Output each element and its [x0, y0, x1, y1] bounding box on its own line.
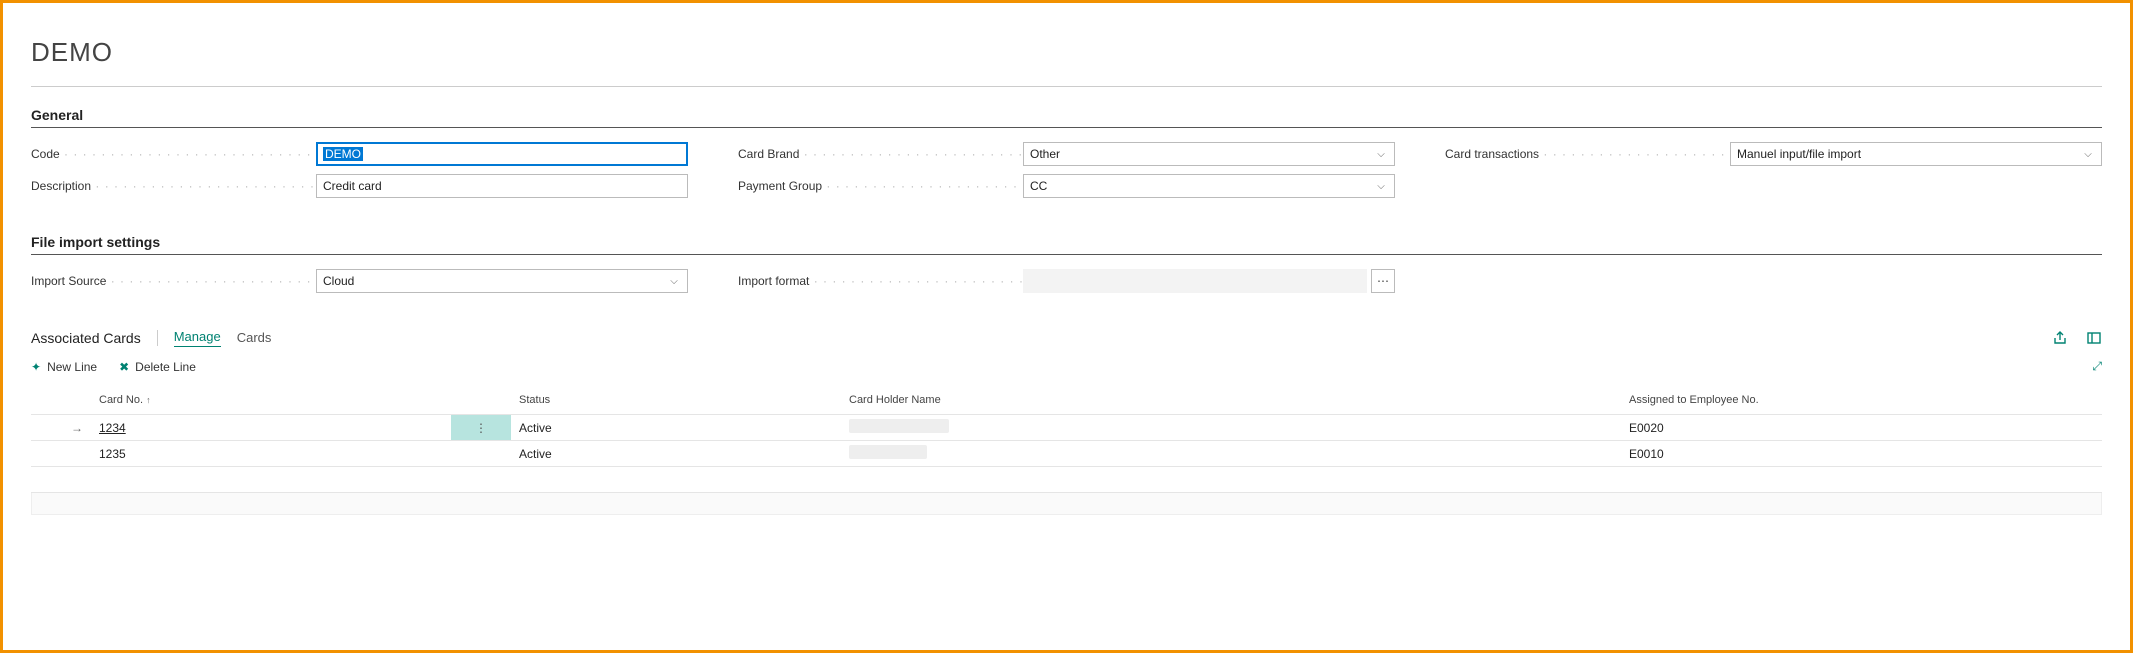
- input-code[interactable]: DEMO: [316, 142, 688, 166]
- cell-status[interactable]: Active: [511, 441, 841, 467]
- cell-card-no[interactable]: 1234: [99, 421, 126, 435]
- input-description-value: Credit card: [323, 179, 382, 193]
- label-import-format: Import format: [738, 274, 1023, 288]
- chevron-down-icon: ⌵: [1374, 149, 1388, 160]
- row-code: Code DEMO: [31, 142, 688, 166]
- more-vertical-icon: ⋮: [475, 421, 487, 435]
- sort-asc-icon: ↑: [146, 395, 151, 405]
- new-line-icon: ✦: [31, 360, 41, 374]
- row-payment-group: Payment Group CC ⌵: [738, 174, 1395, 198]
- redacted-text: [849, 419, 949, 433]
- section-general: General Code DEMO Description Credit car…: [31, 107, 2102, 206]
- label-card-brand: Card Brand: [738, 147, 1023, 161]
- delete-line-button[interactable]: ✖ Delete Line: [119, 360, 196, 374]
- table-row-empty[interactable]: [31, 467, 2102, 493]
- label-card-transactions: Card transactions: [1445, 147, 1730, 161]
- label-description: Description: [31, 179, 316, 193]
- associated-cards-bar-right: [2052, 330, 2102, 346]
- label-payment-group: Payment Group: [738, 179, 1023, 193]
- delete-line-icon: ✖: [119, 360, 129, 374]
- page-title: DEMO: [31, 37, 2102, 68]
- general-col-1: Code DEMO Description Credit card: [31, 142, 688, 206]
- chevron-down-icon: ⌵: [667, 276, 681, 287]
- file-import-col-2: Import format ⋯: [738, 269, 1395, 301]
- col-assigned-emp[interactable]: Assigned to Employee No.: [1621, 386, 2102, 415]
- row-description: Description Credit card: [31, 174, 688, 198]
- select-import-source-value: Cloud: [323, 274, 354, 288]
- row-import-format: Import format ⋯: [738, 269, 1395, 293]
- cards-table: Card No. ↑ Status Card Holder Name Assig…: [31, 386, 2102, 493]
- file-import-col-1: Import Source Cloud ⌵: [31, 269, 688, 301]
- section-header-file-import: File import settings: [31, 234, 2102, 255]
- label-import-source: Import Source: [31, 274, 316, 288]
- chevron-down-icon: ⌵: [2081, 149, 2095, 160]
- col-card-holder[interactable]: Card Holder Name: [841, 386, 1621, 415]
- select-card-brand[interactable]: Other ⌵: [1023, 142, 1395, 166]
- share-icon[interactable]: [2052, 330, 2068, 346]
- select-card-transactions-value: Manuel input/file import: [1737, 147, 1861, 161]
- input-code-value: DEMO: [323, 147, 363, 161]
- row-card-brand: Card Brand Other ⌵: [738, 142, 1395, 166]
- general-form-grid: Code DEMO Description Credit card Card B…: [31, 142, 2102, 206]
- select-card-transactions[interactable]: Manuel input/file import ⌵: [1730, 142, 2102, 166]
- select-payment-group-value: CC: [1030, 179, 1047, 193]
- file-import-form-grid: Import Source Cloud ⌵ Import format ⋯: [31, 269, 2102, 301]
- row-selected-icon: →: [71, 421, 83, 435]
- table-header-row: Card No. ↑ Status Card Holder Name Assig…: [31, 386, 2102, 415]
- settings-icon[interactable]: ⤢: [2092, 359, 2102, 373]
- table-row[interactable]: → 1234 ⋮ Active E0020: [31, 415, 2102, 441]
- section-file-import: File import settings Import Source Cloud…: [31, 234, 2102, 301]
- col-card-no[interactable]: Card No. ↑: [91, 386, 451, 415]
- expand-icon[interactable]: [2086, 330, 2102, 346]
- table-row[interactable]: 1235 Active E0010: [31, 441, 2102, 467]
- cell-card-holder[interactable]: [841, 415, 1621, 441]
- action-bar: ✦ New Line ✖ Delete Line ⤢: [31, 357, 2102, 376]
- col-handle: [451, 386, 511, 415]
- select-import-source[interactable]: Cloud ⌵: [316, 269, 688, 293]
- section-header-general: General: [31, 107, 2102, 128]
- input-import-format[interactable]: [1023, 269, 1367, 293]
- section-associated-cards: Associated Cards Manage Cards ✦ New Line: [31, 329, 2102, 515]
- cell-status[interactable]: Active: [511, 415, 841, 441]
- cell-card-holder[interactable]: [841, 441, 1621, 467]
- lookup-button[interactable]: ⋯: [1371, 269, 1395, 293]
- tab-manage[interactable]: Manage: [174, 329, 221, 347]
- file-import-col-3: [1445, 269, 2102, 301]
- redacted-text: [849, 445, 927, 459]
- action-bar-left: ✦ New Line ✖ Delete Line: [31, 360, 196, 374]
- col-status[interactable]: Status: [511, 386, 841, 415]
- divider: [157, 330, 158, 346]
- row-menu-button[interactable]: ⋮: [451, 415, 511, 441]
- general-col-2: Card Brand Other ⌵ Payment Group CC ⌵: [738, 142, 1395, 206]
- input-description[interactable]: Credit card: [316, 174, 688, 198]
- title-rule: [31, 86, 2102, 87]
- select-payment-group[interactable]: CC ⌵: [1023, 174, 1395, 198]
- cell-assigned-emp[interactable]: E0010: [1621, 441, 2102, 467]
- delete-line-label: Delete Line: [135, 360, 196, 374]
- row-import-source: Import Source Cloud ⌵: [31, 269, 688, 293]
- new-line-button[interactable]: ✦ New Line: [31, 360, 97, 374]
- row-card-transactions: Card transactions Manuel input/file impo…: [1445, 142, 2102, 166]
- label-code: Code: [31, 147, 316, 161]
- new-line-label: New Line: [47, 360, 97, 374]
- col-selector: [31, 386, 91, 415]
- select-card-brand-value: Other: [1030, 147, 1060, 161]
- associated-cards-title: Associated Cards: [31, 330, 141, 346]
- chevron-down-icon: ⌵: [1374, 181, 1388, 192]
- action-bar-right: ⤢: [2092, 359, 2102, 374]
- cell-assigned-emp[interactable]: E0020: [1621, 415, 2102, 441]
- row-menu-button[interactable]: [451, 441, 511, 467]
- cell-card-no[interactable]: 1235: [99, 447, 126, 461]
- tab-cards[interactable]: Cards: [237, 330, 272, 347]
- col-card-no-label: Card No.: [99, 394, 143, 406]
- cards-grid: Card No. ↑ Status Card Holder Name Assig…: [31, 386, 2102, 515]
- grid-footer: [31, 493, 2102, 515]
- associated-cards-bar-left: Associated Cards Manage Cards: [31, 329, 271, 347]
- associated-cards-bar: Associated Cards Manage Cards: [31, 329, 2102, 347]
- general-col-3: Card transactions Manuel input/file impo…: [1445, 142, 2102, 206]
- ellipsis-icon: ⋯: [1377, 274, 1389, 288]
